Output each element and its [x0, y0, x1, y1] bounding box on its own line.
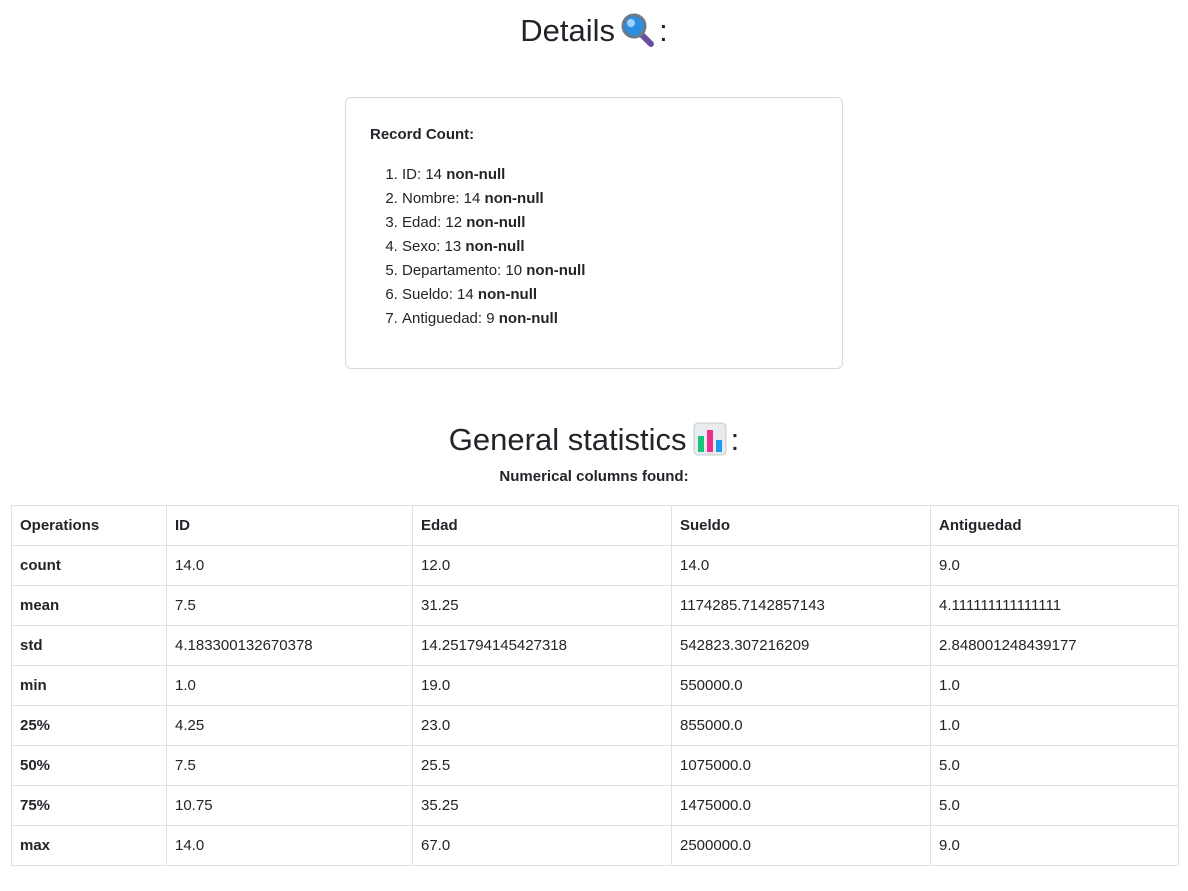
- column-header: Sueldo: [671, 505, 931, 546]
- non-null-label: non-null: [466, 214, 526, 231]
- table-cell: 2.848001248439177: [930, 625, 1179, 666]
- table-body: count 14.0 12.0 14.0 9.0 mean 7.5 31.25 1174285.…: [11, 545, 1179, 866]
- record-count-card: Record Count: ID: 14 non-nullNombre: 14 …: [345, 97, 843, 369]
- table-cell: 14.0: [671, 545, 931, 586]
- record-count-item: Edad: 12 non-null: [402, 211, 818, 235]
- table-cell: 31.25: [412, 585, 672, 626]
- table-cell: 1.0: [166, 665, 413, 706]
- table-cell: 19.0: [412, 665, 672, 706]
- table-cell: 550000.0: [671, 665, 931, 706]
- record-count-item: ID: 14 non-null: [402, 163, 818, 187]
- table-cell: 23.0: [412, 705, 672, 746]
- statistics-title: General statistics:: [0, 422, 1188, 464]
- operation-label: 75%: [11, 785, 167, 826]
- table-cell: 35.25: [412, 785, 672, 826]
- table-row: 25% 4.25 23.0 855000.0 1.0: [11, 705, 1179, 746]
- table-cell: 7.5: [166, 745, 413, 786]
- table-cell: 2500000.0: [671, 825, 931, 866]
- table-cell: 9.0: [930, 545, 1179, 586]
- column-header: ID: [166, 505, 413, 546]
- table-row: std 4.183300132670378 14.251794145427318 54…: [11, 625, 1179, 666]
- record-count-item: Departamento: 10 non-null: [402, 259, 818, 283]
- operation-label: max: [11, 825, 167, 866]
- table-cell: 1174285.7142857143: [671, 585, 931, 626]
- table-cell: 1.0: [930, 705, 1179, 746]
- table-cell: 1075000.0: [671, 745, 931, 786]
- table-cell: 14.251794145427318: [412, 625, 672, 666]
- table-row: mean 7.5 31.25 1174285.7142857143 4.11111111…: [11, 585, 1179, 626]
- non-null-label: non-null: [446, 166, 506, 183]
- record-count-item-text: Antiguedad: 9: [402, 310, 495, 327]
- non-null-label: non-null: [477, 286, 538, 303]
- record-count-item: Nombre: 14 non-null: [402, 187, 818, 211]
- statistics-table: Operations ID Edad Sueldo Antiguedad count 14…: [11, 505, 1179, 866]
- non-null-label: non-null: [484, 190, 544, 207]
- record-count-item-text: ID: 14: [402, 166, 443, 183]
- record-count-label: Record Count:: [370, 126, 475, 143]
- record-count-item: Antiguedad: 9 non-null: [402, 307, 818, 331]
- non-null-label: non-null: [526, 262, 586, 279]
- record-count-item-text: Sueldo: 14: [402, 286, 474, 303]
- table-cell: 67.0: [412, 825, 672, 866]
- statistics-title-colon: :: [730, 422, 740, 457]
- record-count-item: Sexo: 13 non-null: [402, 235, 818, 259]
- table-cell: 10.75: [166, 785, 413, 826]
- column-header: Antiguedad: [930, 505, 1179, 546]
- details-title-text: Details: [520, 13, 616, 48]
- magnifying-glass-icon: [621, 13, 655, 55]
- table-cell: 1475000.0: [671, 785, 931, 826]
- column-header: Operations: [11, 505, 167, 546]
- table-cell: 5.0: [930, 785, 1179, 826]
- table-cell: 855000.0: [671, 705, 931, 746]
- table-row: count 14.0 12.0 14.0 9.0: [11, 545, 1179, 586]
- table-cell: 9.0: [930, 825, 1179, 866]
- table-cell: 4.183300132670378: [166, 625, 413, 666]
- operation-label: mean: [11, 585, 167, 626]
- table-cell: 1.0: [930, 665, 1179, 706]
- record-count-list: ID: 14 non-nullNombre: 14 non-nullEdad: …: [370, 163, 818, 331]
- record-count-item-text: Edad: 12: [402, 214, 463, 231]
- table-cell: 5.0: [930, 745, 1179, 786]
- table-row: 75% 10.75 35.25 1475000.0 5.0: [11, 785, 1179, 826]
- table-cell: 4.25: [166, 705, 413, 746]
- record-count-item-text: Sexo: 13: [402, 238, 462, 255]
- table-cell: 14.0: [166, 825, 413, 866]
- table-cell: 4.111111111111111: [930, 585, 1179, 626]
- table-cell: 542823.307216209: [671, 625, 931, 666]
- operation-label: 50%: [11, 745, 167, 786]
- operation-label: 25%: [11, 705, 167, 746]
- operation-label: min: [11, 665, 167, 706]
- operation-label: count: [11, 545, 167, 586]
- operation-label: std: [11, 625, 167, 666]
- table-row: 50% 7.5 25.5 1075000.0 5.0: [11, 745, 1179, 786]
- column-header: Edad: [412, 505, 672, 546]
- table-cell: 14.0: [166, 545, 413, 586]
- table-row: min 1.0 19.0 550000.0 1.0: [11, 665, 1179, 706]
- non-null-label: non-null: [498, 310, 558, 327]
- bar-chart-icon: [693, 422, 727, 464]
- table-row: max 14.0 67.0 2500000.0 9.0: [11, 825, 1179, 866]
- numerical-columns-subtitle: Numerical columns found:: [499, 468, 689, 485]
- record-count-item-text: Nombre: 14: [402, 190, 481, 207]
- statistics-title-text: General statistics: [448, 422, 687, 457]
- table-cell: 25.5: [412, 745, 672, 786]
- details-title-colon: :: [659, 13, 668, 48]
- record-count-item-text: Departamento: 10: [402, 262, 523, 279]
- non-null-label: non-null: [465, 238, 525, 255]
- details-title: Details:: [0, 13, 1188, 55]
- table-cell: 12.0: [412, 545, 672, 586]
- table-header-row: Operations ID Edad Sueldo Antiguedad: [11, 505, 1179, 546]
- table-cell: 7.5: [166, 585, 413, 626]
- record-count-item: Sueldo: 14 non-null: [402, 283, 818, 307]
